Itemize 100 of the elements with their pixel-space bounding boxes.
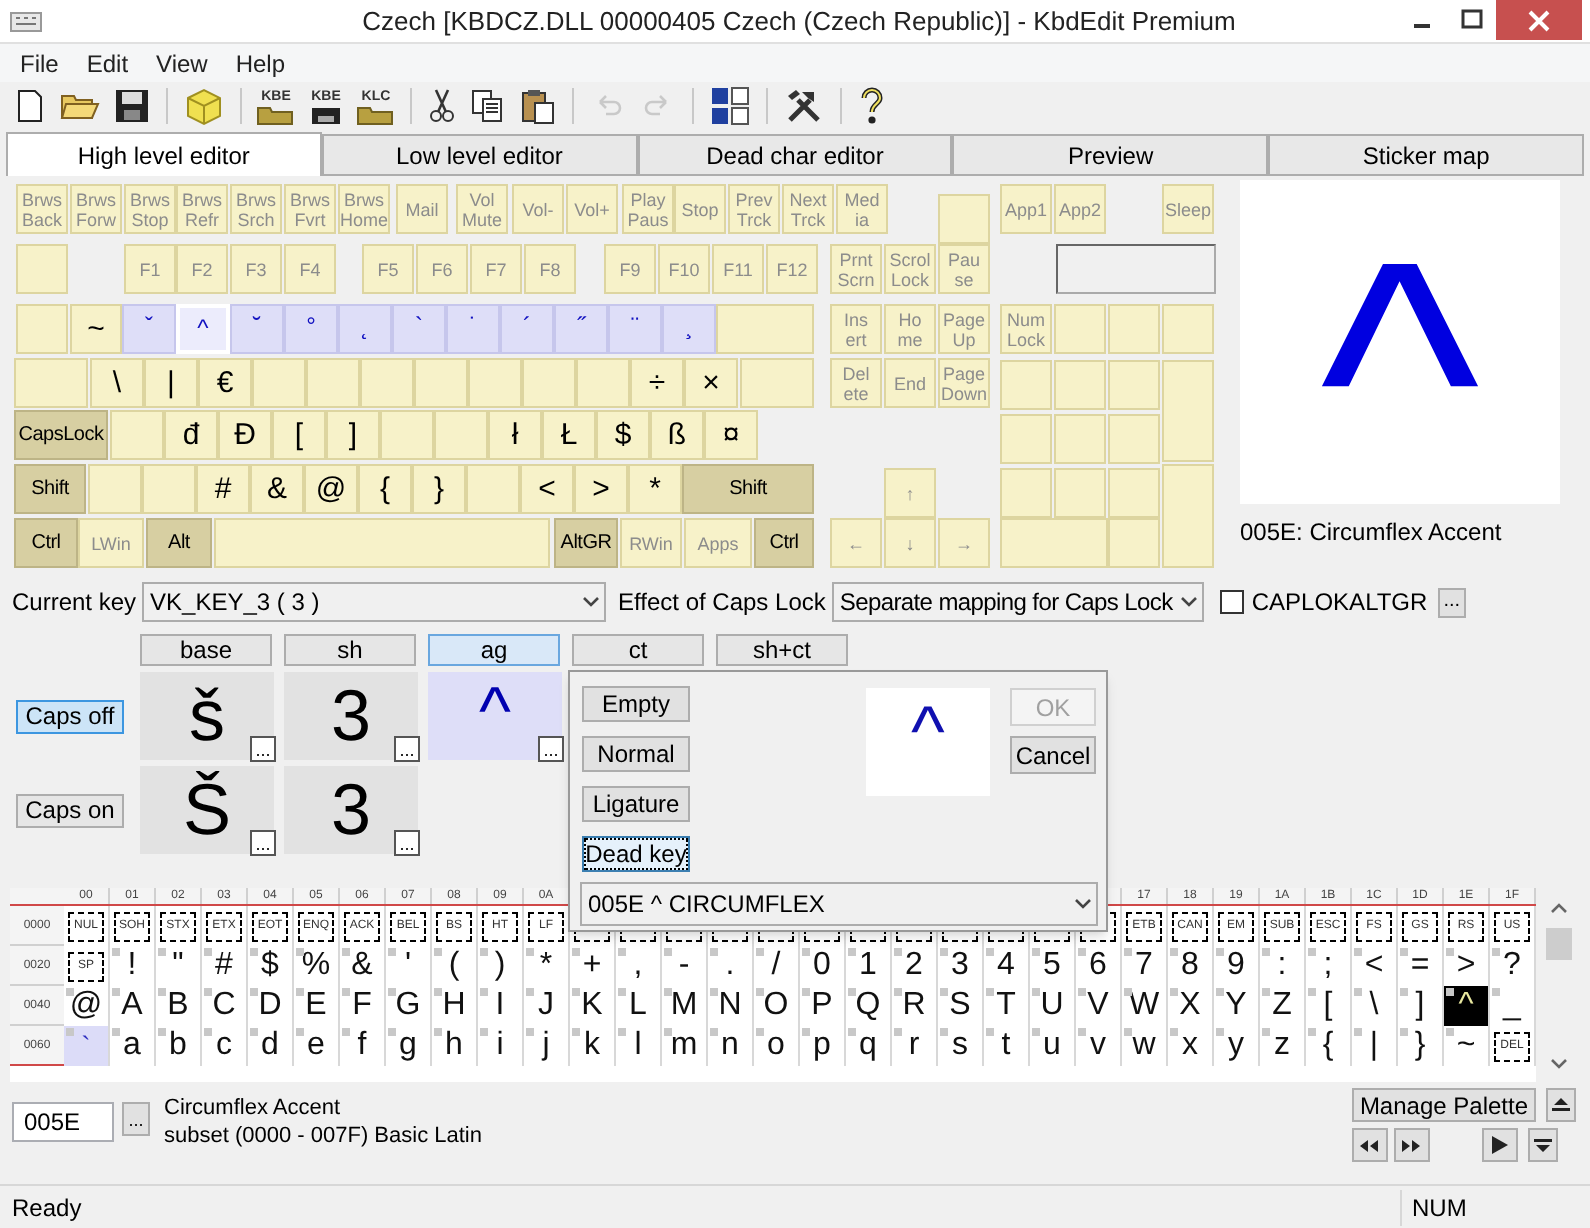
character-cell[interactable]: v [1076,1026,1122,1066]
character-cell[interactable]: 3 [938,946,984,986]
tab[interactable]: Dead char editor [637,134,953,176]
more-button[interactable]: ... [394,736,420,762]
character-cell[interactable]: 6 [1076,946,1122,986]
tab[interactable]: High level editor [6,132,322,176]
character-cell[interactable]: P [800,986,846,1026]
keyboard-key[interactable]: CapsLock [14,410,108,460]
keyboard-key[interactable] [16,304,68,354]
character-cell[interactable]: 0 [800,946,846,986]
keyboard-key[interactable]: đ [164,410,218,460]
keyboard-key[interactable]: [ [272,410,326,460]
keyboard-key[interactable] [576,358,630,408]
character-cell[interactable]: D [248,986,294,1026]
save-icon[interactable] [114,88,150,124]
keyboard-key[interactable]: ¨ [608,304,662,354]
keyboard-key[interactable] [1108,414,1160,464]
keyboard-key[interactable]: ˝ [554,304,608,354]
character-cell[interactable]: X [1168,986,1214,1026]
character-cell[interactable]: $ [248,946,294,986]
scroll-top-button[interactable] [1546,1088,1576,1122]
column-tab[interactable]: sh [284,634,416,666]
tools-icon[interactable] [784,86,824,126]
keyboard-key[interactable] [522,358,576,408]
more-button[interactable]: ... [250,830,276,856]
character-cell[interactable]: R [892,986,938,1026]
keyboard-key[interactable] [1162,464,1214,568]
character-cell[interactable]: u [1030,1026,1076,1066]
character-cell[interactable]: f [340,1026,386,1066]
keyboard-key[interactable] [1000,468,1052,518]
character-cell[interactable]: < [1352,946,1398,986]
dropdown[interactable]: 005E ^ CIRCUMFLEX [580,882,1098,926]
character-cell[interactable]: ! [110,946,156,986]
character-cell[interactable]: - [662,946,708,986]
more-button[interactable]: ... [122,1102,150,1136]
keyboard-key[interactable] [1054,360,1106,410]
keyboard-key[interactable] [466,464,520,514]
keyboard-key[interactable]: ¤ [704,410,758,460]
keyboard-key[interactable] [1108,360,1160,410]
keyboard-key[interactable]: # [196,464,250,514]
keyboard-key[interactable] [938,194,990,244]
keyboard-key[interactable] [468,358,522,408]
character-cell[interactable]: Q [846,986,892,1026]
character-cell[interactable]: t [984,1026,1030,1066]
dropdown[interactable]: Separate mapping for Caps Lock [831,582,1204,622]
more-button[interactable]: ... [250,736,276,762]
character-cell[interactable]: / [754,946,800,986]
keyboard-key[interactable] [414,358,468,408]
keyboard-key[interactable]: Alt [146,518,212,568]
character-cell[interactable]: & [340,946,386,986]
previous-button[interactable] [1351,1128,1388,1162]
keyboard-key[interactable] [214,518,550,568]
mode-button[interactable]: Empty [582,686,690,722]
keyboard-key[interactable] [740,358,814,408]
character-cell[interactable]: ) [478,946,524,986]
character-cell[interactable]: ^ [1444,986,1490,1026]
keyboard-key[interactable] [1054,414,1106,464]
character-cell[interactable]: ` [64,1026,110,1066]
keyboard-key[interactable]: * [628,464,682,514]
character-cell[interactable]: k [570,1026,616,1066]
character-cell[interactable]: | [1352,1026,1398,1066]
character-cell[interactable]: N [708,986,754,1026]
character-cell[interactable]: 8 [1168,946,1214,986]
character-cell[interactable]: I [478,986,524,1026]
keyboard-key[interactable]: ¸ [662,304,716,354]
character-cell[interactable]: A [110,986,156,1026]
help-icon[interactable] [858,86,886,126]
keyboard-key[interactable]: ˙ [446,304,500,354]
package-icon[interactable] [184,86,224,126]
character-cell[interactable]: U [1030,986,1076,1026]
keyboard-key[interactable] [16,244,68,294]
keyboard-key[interactable]: | [144,358,198,408]
keyboard-key[interactable] [716,304,814,354]
keyboard-key[interactable]: Shift [14,464,86,514]
character-cell[interactable]: W [1122,986,1168,1026]
keyboard-key[interactable] [306,358,360,408]
cancel-button[interactable]: Cancel [1010,736,1096,774]
keyboard-key[interactable] [1054,304,1106,354]
keyboard-key[interactable]: ´ [500,304,554,354]
character-cell[interactable]: % [294,946,340,986]
keyboard-key[interactable] [1054,468,1106,518]
character-cell[interactable]: z [1260,1026,1306,1066]
column-tab[interactable]: ct [572,634,704,666]
caps-button[interactable]: Caps off [15,699,125,733]
character-cell[interactable]: ? [1490,946,1536,986]
character-cell[interactable]: , [616,946,662,986]
character-cell[interactable]: H [432,986,478,1026]
character-cell[interactable]: 1 [846,946,892,986]
character-cell[interactable]: i [478,1026,524,1066]
character-cell[interactable]: _ [1490,986,1536,1026]
keyboard-key[interactable] [110,410,164,460]
character-cell[interactable]: s [938,1026,984,1066]
character-cell[interactable]: > [1444,946,1490,986]
character-cell[interactable]: ] [1398,986,1444,1026]
keyboard-key[interactable] [360,358,414,408]
keyboard-key[interactable]: ˇ [122,304,176,354]
character-cell[interactable]: g [386,1026,432,1066]
character-cell[interactable]: K [570,986,616,1026]
tab[interactable]: Sticker map [1268,134,1584,176]
tab[interactable]: Low level editor [321,134,638,176]
